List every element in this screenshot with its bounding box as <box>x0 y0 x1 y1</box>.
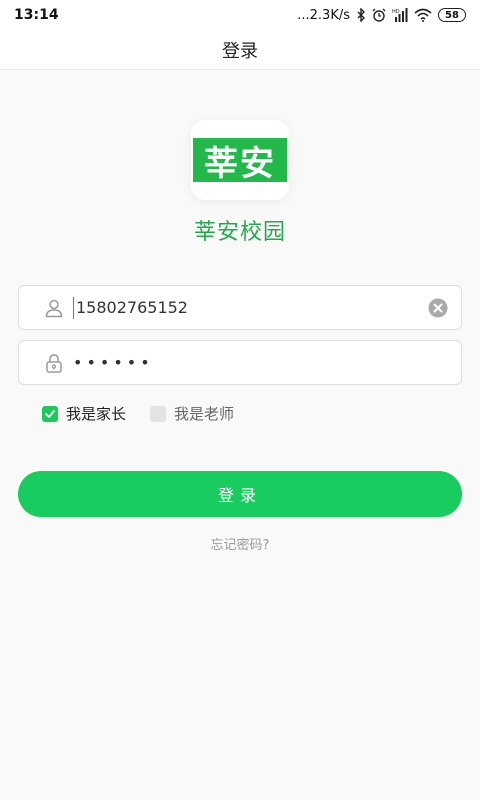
phone-input[interactable] <box>76 286 427 329</box>
bluetooth-icon <box>356 8 366 22</box>
checkbox-checked-icon[interactable] <box>42 405 58 422</box>
role-teacher-label: 我是老师 <box>174 405 235 423</box>
app-logo: 莘安 <box>191 120 289 200</box>
app-name: 莘安校园 <box>193 220 286 245</box>
page-title: 登录 <box>222 40 258 62</box>
logo-mark: 莘安 <box>193 138 287 184</box>
text-caret <box>73 296 74 319</box>
role-parent[interactable]: 我是家长 <box>42 403 126 424</box>
status-bar: 13:14 ...2.3K/s HD 58 <box>0 0 480 30</box>
status-time: 13:14 <box>14 7 59 23</box>
checkbox-unchecked-icon[interactable] <box>150 405 167 422</box>
forgot-password-link[interactable]: 忘记密码? <box>0 534 480 553</box>
login-screen: 13:14 ...2.3K/s HD 58 登录 莘安 莘安校园 1580276… <box>0 0 480 800</box>
alarm-icon <box>372 8 386 22</box>
role-teacher[interactable]: 我是老师 <box>150 403 234 424</box>
password-input[interactable] <box>73 341 449 384</box>
password-field[interactable] <box>18 340 462 385</box>
clear-icon[interactable] <box>427 297 449 319</box>
battery-icon: 58 <box>438 8 466 22</box>
hd-signal-icon: HD <box>392 8 408 22</box>
role-selector: 我是家长 我是老师 <box>42 403 234 424</box>
phone-field[interactable] <box>18 285 462 330</box>
wifi-icon <box>414 8 432 22</box>
status-icons: ...2.3K/s HD 58 <box>297 8 466 23</box>
login-button[interactable]: 登录 <box>18 471 462 517</box>
lock-icon <box>43 352 65 374</box>
title-bar: 登录 <box>0 30 480 70</box>
user-icon <box>43 297 65 319</box>
network-speed: ...2.3K/s <box>297 7 350 23</box>
role-parent-label: 我是家长 <box>66 405 127 423</box>
svg-text:HD: HD <box>392 9 400 15</box>
